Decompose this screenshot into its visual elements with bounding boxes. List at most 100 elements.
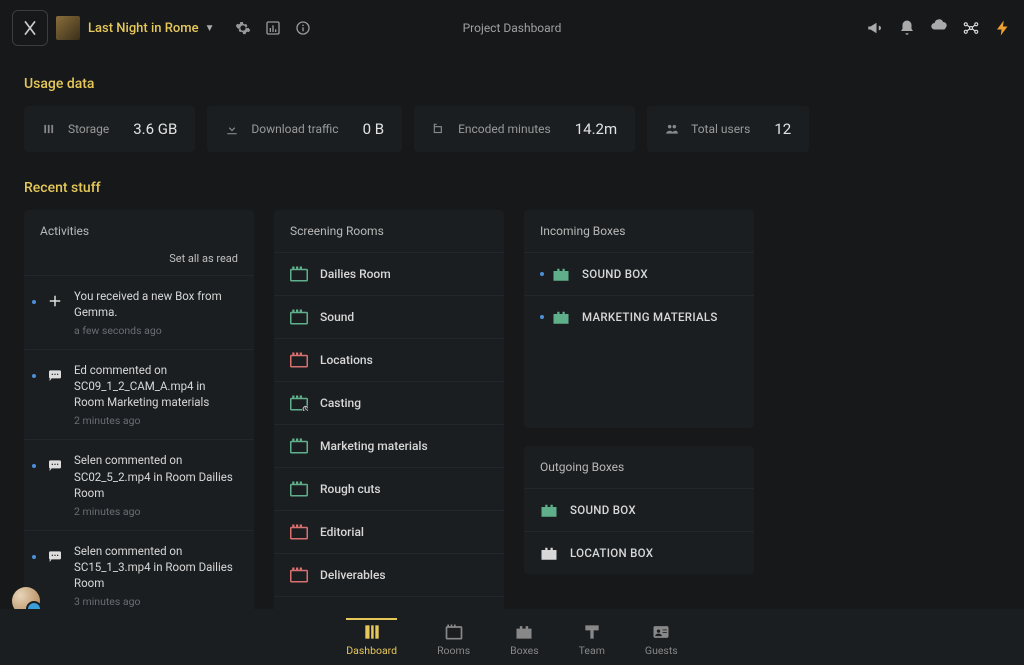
stat-label: Download traffic: [251, 122, 338, 136]
comment-icon: [44, 545, 66, 567]
incoming-boxes-title: Incoming Boxes: [524, 210, 754, 252]
unread-dot-icon: [32, 555, 36, 559]
room-label: Locations: [320, 353, 373, 367]
outgoing-boxes-title: Outgoing Boxes: [524, 446, 754, 488]
room-icon: [290, 567, 308, 583]
app-logo[interactable]: [12, 10, 48, 46]
nav-guests[interactable]: Guests: [645, 618, 678, 657]
stat-label: Total users: [691, 122, 750, 136]
bell-icon[interactable]: [898, 19, 916, 37]
room-item[interactable]: Casting: [274, 381, 504, 424]
boxes-icon: [514, 622, 534, 640]
nav-label: Team: [579, 644, 605, 657]
room-label: Deliverables: [320, 568, 386, 582]
stat-card: Storage 3.6 GB: [24, 106, 195, 152]
box-icon: [540, 502, 558, 518]
chevron-down-icon[interactable]: ▼: [205, 23, 215, 34]
plus-icon: [44, 290, 66, 312]
stat-card: Download traffic 0 B: [207, 106, 402, 152]
nav-label: Dashboard: [346, 644, 397, 657]
chart-icon[interactable]: [265, 20, 281, 36]
room-item[interactable]: Editorial: [274, 510, 504, 553]
comment-icon: [44, 364, 66, 386]
box-label: SOUND BOX: [570, 503, 636, 517]
activity-text: Selen commented on SC02_5_2.mp4 in Room …: [74, 452, 238, 500]
room-icon: [290, 481, 308, 497]
gear-icon[interactable]: [235, 20, 251, 36]
stat-label: Storage: [68, 122, 109, 136]
activity-item[interactable]: Ed commented on SC09_1_2_CAM_A.mp4 in Ro…: [24, 349, 254, 439]
box-label: SOUND BOX: [582, 267, 648, 281]
set-all-read-link[interactable]: Set all as read: [169, 252, 238, 265]
nav-team[interactable]: Team: [579, 618, 605, 657]
users-icon: [665, 122, 679, 136]
activity-item[interactable]: Selen commented on SC15_1_3.mp4 in Room …: [24, 530, 254, 620]
guests-icon: [651, 622, 671, 640]
cloud-upload-icon[interactable]: [930, 19, 948, 37]
box-item[interactable]: MARKETING MATERIALS: [524, 295, 754, 338]
box-label: MARKETING MATERIALS: [582, 310, 718, 324]
nav-dashboard[interactable]: Dashboard: [346, 618, 397, 657]
main-content: Usage data Storage 3.6 GB Download traff…: [0, 56, 1024, 655]
activity-time: a few seconds ago: [74, 324, 238, 337]
screening-rooms-panel: Screening Rooms Dailies Room Sound Locat…: [274, 210, 504, 632]
team-icon: [582, 622, 602, 640]
rooms-icon: [444, 622, 464, 640]
storage-icon: [42, 122, 56, 136]
room-label: Sound: [320, 310, 354, 324]
outgoing-boxes-panel: Outgoing Boxes SOUND BOX LOCATION BOX: [524, 446, 754, 574]
activity-text: Selen commented on SC15_1_3.mp4 in Room …: [74, 543, 238, 591]
recent-section-title: Recent stuff: [24, 180, 1000, 196]
nav-label: Rooms: [437, 644, 470, 657]
activity-item[interactable]: Selen commented on SC02_5_2.mp4 in Room …: [24, 439, 254, 529]
activities-panel: Activities Set all as read You received …: [24, 210, 254, 655]
box-icon: [540, 545, 558, 561]
page-title: Project Dashboard: [463, 21, 562, 35]
activity-time: 2 minutes ago: [74, 505, 238, 518]
room-icon: [290, 395, 308, 411]
activity-time: 2 minutes ago: [74, 414, 238, 427]
box-item[interactable]: SOUND BOX: [524, 488, 754, 531]
room-item[interactable]: Locations: [274, 338, 504, 381]
stats-row: Storage 3.6 GB Download traffic 0 B Enco…: [24, 106, 1000, 152]
nav-label: Boxes: [510, 644, 539, 657]
room-item[interactable]: Dailies Room: [274, 252, 504, 295]
activity-item[interactable]: You received a new Box from Gemma. a few…: [24, 275, 254, 349]
app-header: Last Night in Rome ▼ Project Dashboard: [0, 0, 1024, 56]
box-item[interactable]: LOCATION BOX: [524, 531, 754, 574]
stat-card: Encoded minutes 14.2m: [414, 106, 635, 152]
activities-title: Activities: [24, 210, 254, 252]
unread-dot-icon: [540, 272, 544, 276]
project-title[interactable]: Last Night in Rome: [88, 21, 199, 36]
room-icon: [290, 309, 308, 325]
stat-value: 12: [774, 120, 791, 138]
info-icon[interactable]: [295, 20, 311, 36]
unread-dot-icon: [32, 464, 36, 468]
room-icon: [290, 266, 308, 282]
bolt-icon[interactable]: [994, 19, 1012, 37]
nav-rooms[interactable]: Rooms: [437, 618, 470, 657]
bottom-nav: Dashboard Rooms Boxes Team Guests: [0, 609, 1024, 665]
comment-icon: [44, 454, 66, 476]
download-icon: [225, 122, 239, 136]
activity-time: 3 minutes ago: [74, 595, 238, 608]
stat-value: 0 B: [363, 120, 385, 138]
project-thumbnail[interactable]: [56, 16, 80, 40]
room-item[interactable]: Rough cuts: [274, 467, 504, 510]
box-item[interactable]: SOUND BOX: [524, 252, 754, 295]
room-icon: [290, 524, 308, 540]
nav-boxes[interactable]: Boxes: [510, 618, 539, 657]
stat-label: Encoded minutes: [458, 122, 551, 136]
megaphone-icon[interactable]: [866, 19, 884, 37]
network-icon[interactable]: [962, 19, 980, 37]
encoded-icon: [432, 122, 446, 136]
room-label: Casting: [320, 396, 361, 410]
incoming-boxes-panel: Incoming Boxes SOUND BOX MARKETING MATER…: [524, 210, 754, 428]
room-item[interactable]: Sound: [274, 295, 504, 338]
stat-value: 14.2m: [575, 120, 617, 138]
stat-card: Total users 12: [647, 106, 809, 152]
room-icon: [290, 352, 308, 368]
room-item[interactable]: Deliverables: [274, 553, 504, 596]
room-item[interactable]: Marketing materials: [274, 424, 504, 467]
unread-dot-icon: [32, 300, 36, 304]
